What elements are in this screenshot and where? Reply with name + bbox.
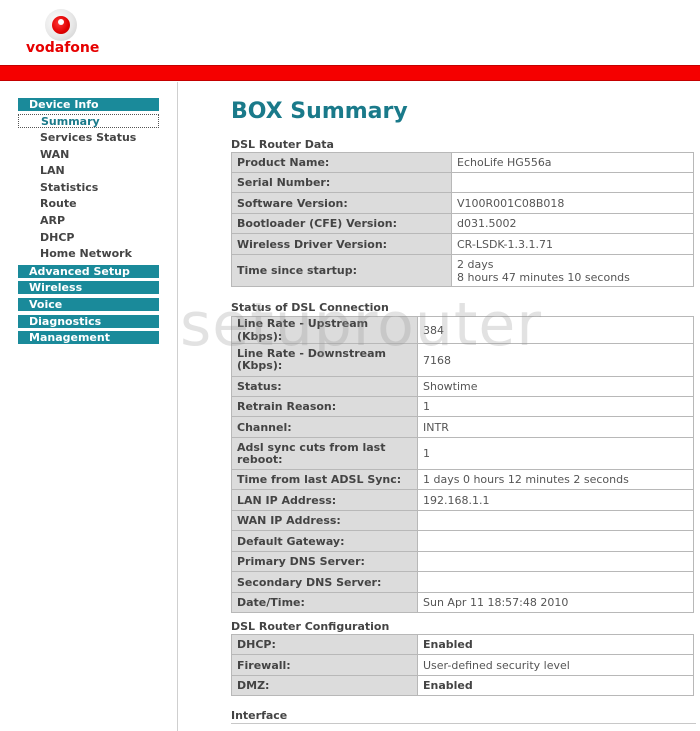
menu-wireless[interactable]: Wireless bbox=[18, 281, 159, 294]
table-row: Date/Time: Sun Apr 11 18:57:48 2010 bbox=[231, 592, 694, 613]
table-row: Software Version: V100R001C08B018 bbox=[231, 192, 694, 214]
table-row: Secondary DNS Server: bbox=[231, 571, 694, 593]
menu-lan[interactable]: LAN bbox=[18, 164, 159, 178]
table-row: LAN IP Address: 192.168.1.1 bbox=[231, 489, 694, 511]
menu-arp[interactable]: ARP bbox=[18, 214, 159, 228]
section-title-interface: Interface bbox=[231, 709, 288, 722]
menu-route[interactable]: Route bbox=[18, 197, 159, 211]
menu-home-network[interactable]: Home Network bbox=[18, 247, 159, 261]
table-row: Channel: INTR bbox=[231, 416, 694, 438]
interface-divider bbox=[231, 723, 696, 724]
menu-advanced-setup[interactable]: Advanced Setup bbox=[18, 265, 159, 278]
menu-management[interactable]: Management bbox=[18, 331, 159, 344]
table-row: DHCP: Enabled bbox=[231, 634, 694, 655]
table-row: Line Rate - Upstream (Kbps): 384 bbox=[231, 316, 694, 344]
table-row: Adsl sync cuts from last reboot: 1 bbox=[231, 437, 694, 470]
section-title-dsl-status: Status of DSL Connection bbox=[231, 301, 389, 314]
sidebar: Device Info Summary Services Status WAN … bbox=[0, 82, 178, 731]
menu-voice[interactable]: Voice bbox=[18, 298, 159, 311]
table-row: Time from last ADSL Sync: 1 days 0 hours … bbox=[231, 469, 694, 490]
header-red-bar bbox=[0, 65, 700, 81]
section-title-router-data: DSL Router Data bbox=[231, 138, 334, 151]
menu-wan[interactable]: WAN bbox=[18, 148, 159, 162]
table-row: Primary DNS Server: bbox=[231, 551, 694, 572]
table-row: Retrain Reason: 1 bbox=[231, 396, 694, 417]
dsl-status-table: Line Rate - Upstream (Kbps): 384 Line Rat… bbox=[231, 316, 694, 613]
table-row: Default Gateway: bbox=[231, 530, 694, 552]
brand-name: vodafone bbox=[26, 40, 100, 56]
table-row: Serial Number: bbox=[231, 172, 694, 193]
menu-device-info[interactable]: Device Info bbox=[18, 98, 159, 111]
router-data-table: Product Name: EchoLife HG556a Serial Numb… bbox=[231, 152, 694, 287]
vodafone-logo-icon bbox=[45, 9, 77, 41]
table-row: DMZ: Enabled bbox=[231, 675, 694, 696]
table-row: Status: Showtime bbox=[231, 376, 694, 397]
table-row: Line Rate - Downstream (Kbps): 7168 bbox=[231, 343, 694, 377]
table-row: Product Name: EchoLife HG556a bbox=[231, 152, 694, 173]
table-row: Time since startup: 2 days 8 hours 47 minu… bbox=[231, 254, 694, 287]
page-title: BOX Summary bbox=[231, 99, 408, 124]
table-row: Bootloader (CFE) Version: d031.5002 bbox=[231, 213, 694, 234]
header: vodafone bbox=[0, 0, 700, 65]
table-row: Wireless Driver Version: CR-LSDK-1.3.1.71 bbox=[231, 233, 694, 255]
menu-summary[interactable]: Summary bbox=[18, 114, 159, 128]
menu-dhcp[interactable]: DHCP bbox=[18, 231, 159, 245]
section-title-router-config: DSL Router Configuration bbox=[231, 620, 390, 633]
router-config-table: DHCP: Enabled Firewall: User-defined secur… bbox=[231, 634, 694, 696]
table-row: WAN IP Address: bbox=[231, 510, 694, 531]
menu-statistics[interactable]: Statistics bbox=[18, 181, 159, 195]
menu-services-status[interactable]: Services Status bbox=[18, 131, 159, 145]
table-row: Firewall: User-defined security level bbox=[231, 654, 694, 676]
menu-diagnostics[interactable]: Diagnostics bbox=[18, 315, 159, 328]
